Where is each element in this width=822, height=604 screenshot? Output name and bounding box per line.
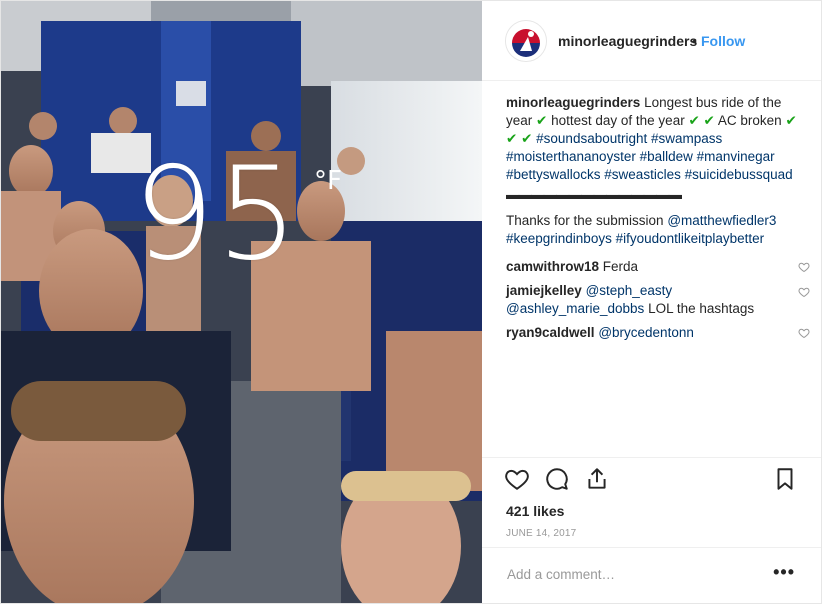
add-comment-bar: ••• [482,547,821,604]
comment-username[interactable]: camwithrow18 [506,259,599,274]
check-icon: ✔ [521,131,533,146]
comment-username[interactable]: jamiejkelley [506,283,582,298]
hashtag-link[interactable]: #soundsaboutright [536,131,647,146]
mention-link[interactable]: @brycedentonn [598,325,694,340]
separator-dot: • [692,33,697,49]
post-side-panel: minorleaguegrinders • Follow minorleague… [482,1,821,603]
caption-text-2: hottest day of the year [551,113,685,128]
comments-list: minorleaguegrinders Longest bus ride of … [506,94,810,342]
post-photo[interactable]: 95 °F [1,1,482,603]
more-options-icon[interactable]: ••• [773,562,795,583]
bookmark-icon[interactable] [772,466,798,492]
caption: minorleaguegrinders Longest bus ride of … [506,94,806,248]
caption-username[interactable]: minorleaguegrinders [506,95,640,110]
check-icon: ✔ [536,113,548,128]
comment-item: jamiejkelley @steph_easty @ashley_marie_… [506,282,810,318]
heart-icon[interactable] [504,466,530,492]
caption-divider: ▬▬▬▬▬▬▬▬▬▬▬▬▬▬ [506,187,682,202]
header-username[interactable]: minorleaguegrinders [558,33,697,49]
instagram-post: 95 °F minorleaguegrinders • Follow minor… [0,0,822,604]
mention-link[interactable]: @matthewfiedler3 [667,213,776,228]
temperature-sticker: 95 [133,140,300,289]
comment-item: ryan9caldwell @brycedentonn [506,324,810,342]
caption-text-3: AC broken [717,113,782,128]
bus-photo-illustration [1,1,482,603]
caption-thanks: Thanks for the submission [506,213,664,228]
hashtag-link[interactable]: #keepgrindinboys #ifyoudontlikeitplaybet… [506,231,764,246]
comment-username[interactable]: ryan9caldwell [506,325,595,340]
check-icon: ✔ [785,113,797,128]
avatar-logo-icon [506,21,546,61]
like-comment-heart-icon[interactable] [798,261,810,273]
follow-button[interactable]: Follow [701,33,745,49]
avatar[interactable] [505,20,547,62]
check-icon: ✔ [703,113,715,128]
check-icon: ✔ [506,131,518,146]
share-icon[interactable] [584,466,610,492]
hashtag-link[interactable]: #suicidebussquad [685,167,793,182]
comment-text: LOL the hashtags [648,301,755,316]
post-header: minorleaguegrinders • Follow [482,1,821,81]
post-date[interactable]: JUNE 14, 2017 [506,528,576,539]
like-comment-heart-icon[interactable] [798,286,810,298]
likes-count[interactable]: 421 likes [506,503,564,519]
comment-icon[interactable] [544,466,570,492]
comment-text: Ferda [602,259,639,274]
temperature-unit: °F [314,166,342,196]
check-icon: ✔ [688,113,700,128]
add-comment-input[interactable] [505,566,759,583]
action-bar [482,457,821,502]
comment-item: camwithrow18 Ferda [506,258,810,276]
like-comment-heart-icon[interactable] [798,327,810,339]
